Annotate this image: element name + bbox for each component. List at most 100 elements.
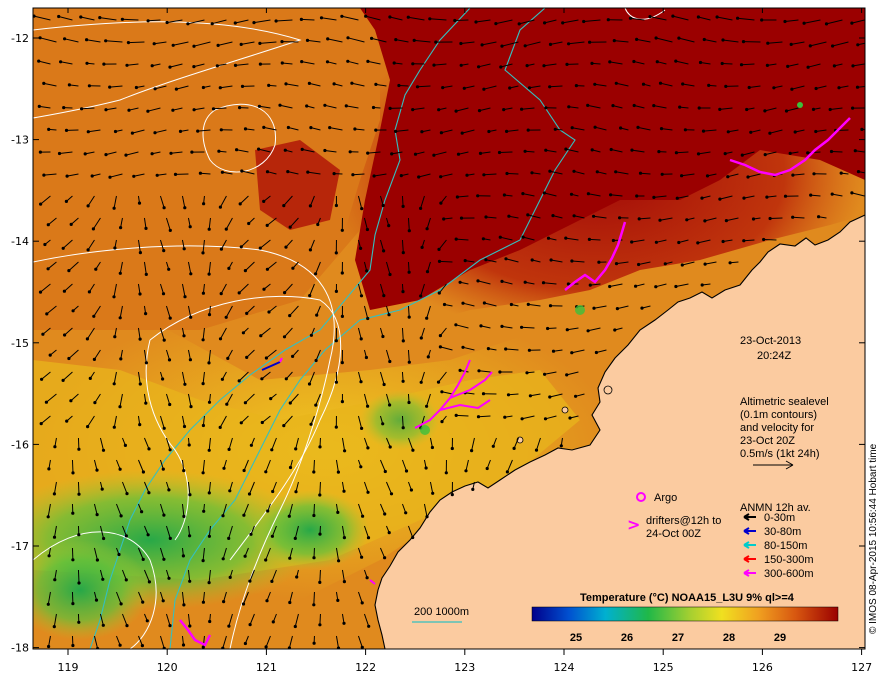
velocity-arrowhead <box>258 246 262 250</box>
velocity-arrowhead <box>542 191 547 195</box>
velocity-arrowhead <box>312 513 316 518</box>
velocity-arrowhead <box>526 213 530 217</box>
velocity-arrowhead <box>381 203 385 208</box>
velocity-arrowhead <box>270 579 274 584</box>
velocity-arrowhead <box>64 128 69 132</box>
velocity-arrowhead <box>221 514 225 518</box>
velocity-arrowhead <box>101 577 105 581</box>
velocity-arrowhead <box>749 130 753 134</box>
velocity-arrowhead <box>101 623 105 627</box>
velocity-arrowhead <box>140 644 144 648</box>
velocity-arrowhead <box>470 449 474 453</box>
velocity-arrowhead <box>307 81 311 85</box>
velocity-arrowhead <box>611 238 616 243</box>
velocity-arrowhead <box>62 289 66 293</box>
velocity-arrowhead <box>438 334 442 338</box>
velocity-arrowhead <box>288 401 292 405</box>
lon-tick-label: 125 <box>653 661 674 674</box>
velocity-arrowhead <box>85 38 89 42</box>
velocity-arrowhead <box>315 313 319 317</box>
velocity-arrowhead <box>678 105 682 109</box>
velocity-arrowhead <box>439 175 443 179</box>
velocity-arrowhead <box>437 291 441 295</box>
velocity-arrowhead <box>188 579 192 583</box>
velocity-arrowhead <box>183 206 187 210</box>
plot-area <box>33 8 865 649</box>
velocity-arrowhead <box>388 15 392 19</box>
velocity-arrowhead <box>430 445 434 450</box>
velocity-arrowhead <box>786 64 790 68</box>
velocity-arrowhead <box>824 22 829 26</box>
velocity-arrowhead <box>586 329 590 333</box>
velocity-arrowhead <box>336 598 340 603</box>
velocity-arrowhead <box>855 85 860 89</box>
velocity-arrowhead <box>118 467 122 471</box>
velocity-arrowhead <box>464 469 468 473</box>
velocity-arrowhead <box>144 272 148 276</box>
velocity-arrowhead <box>481 392 486 396</box>
velocity-arrowhead <box>404 511 408 515</box>
velocity-arrowhead <box>182 603 186 607</box>
velocity-arrowhead <box>207 400 212 404</box>
velocity-arrowhead <box>366 404 370 408</box>
velocity-arrowhead <box>192 108 196 112</box>
velocity-arrowhead <box>71 309 75 313</box>
velocity-arrowhead <box>69 399 73 403</box>
velocity-arrow <box>301 18 315 21</box>
velocity-arrowhead <box>46 223 50 227</box>
velocity-arrowhead <box>588 283 592 287</box>
velocity-arrowhead <box>248 579 252 583</box>
velocity-arrowhead <box>614 81 618 85</box>
velocity-arrowhead <box>288 314 292 318</box>
velocity-arrowhead <box>112 425 116 429</box>
velocity-arrowhead <box>632 103 636 108</box>
velocity-arrowhead <box>239 42 243 47</box>
velocity-arrowhead <box>564 147 568 151</box>
velocity-arrowhead <box>252 21 256 25</box>
velocity-arrowhead <box>436 380 441 384</box>
velocity-arrowhead <box>450 493 454 497</box>
velocity-arrowhead <box>293 536 297 541</box>
velocity-arrowhead <box>342 580 346 584</box>
velocity-arrowhead <box>366 490 370 494</box>
velocity-arrowhead <box>388 403 392 407</box>
velocity-arrowhead <box>438 345 442 349</box>
velocity-arrowhead <box>228 575 232 580</box>
velocity-arrowhead <box>742 196 746 200</box>
velocity-arrowhead <box>314 358 318 363</box>
velocity-arrowhead <box>494 22 498 26</box>
velocity-arrowhead <box>39 422 43 426</box>
velocity-arrowhead <box>586 103 590 107</box>
velocity-arrowhead <box>340 14 344 18</box>
velocity-arrowhead <box>697 106 701 110</box>
lon-tick-label: 120 <box>157 661 178 674</box>
velocity-arrowhead <box>332 82 336 86</box>
velocity-arrowhead <box>382 294 386 298</box>
velocity-arrowhead <box>454 323 458 327</box>
velocity-arrowhead <box>162 206 166 210</box>
velocity-arrowhead <box>168 624 172 628</box>
velocity-arrowhead <box>484 258 488 262</box>
velocity-arrowhead <box>104 108 108 112</box>
velocity-arrowhead <box>47 127 51 131</box>
velocity-arrowhead <box>247 221 251 226</box>
velocity-arrowhead <box>674 59 678 63</box>
velocity-arrowhead <box>548 42 553 47</box>
velocity-arrowhead <box>165 20 169 25</box>
velocity-arrowhead <box>104 39 108 43</box>
velocity-arrowhead <box>401 379 405 383</box>
velocity-arrowhead <box>705 174 710 178</box>
velocity-arrowhead <box>525 371 529 375</box>
velocity-arrowhead <box>806 65 810 69</box>
velocity-arrowhead <box>520 325 524 329</box>
velocity-arrowhead <box>498 370 502 374</box>
velocity-arrowhead <box>512 446 516 450</box>
velocity-arrowhead <box>174 87 178 91</box>
velocity-arrowhead <box>739 63 744 67</box>
velocity-arrowhead <box>118 271 122 275</box>
velocity-arrowhead <box>454 109 458 113</box>
velocity-arrowhead <box>388 106 392 110</box>
velocity-arrowhead <box>294 490 298 494</box>
velocity-arrowhead <box>503 415 507 419</box>
velocity-arrowhead <box>77 492 81 496</box>
